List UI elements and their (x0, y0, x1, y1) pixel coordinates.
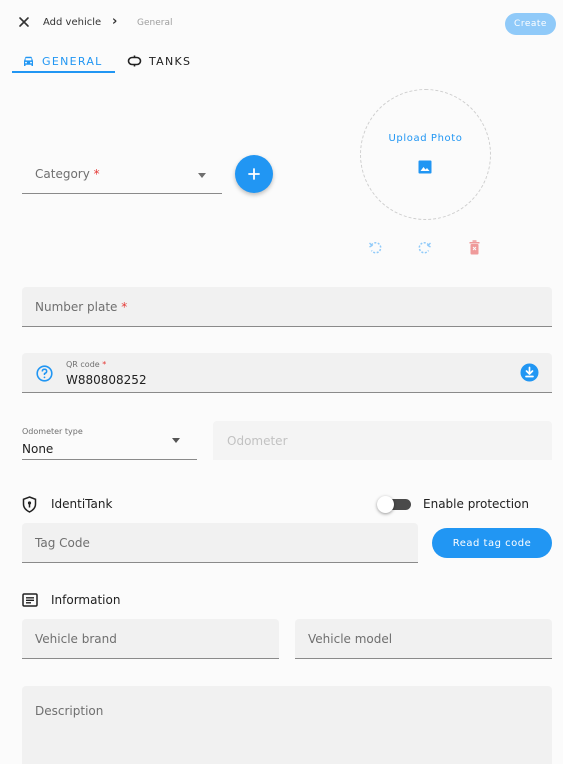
tanks-icon (127, 55, 142, 67)
odometer-field: Odometer (213, 421, 552, 460)
qr-code-field[interactable]: QR code * W880808252 (22, 353, 552, 393)
upload-photo-label[interactable]: Upload Photo (360, 133, 491, 144)
breadcrumb-current: General (137, 18, 173, 28)
shield-icon (22, 496, 37, 513)
odometer-type-value: None (22, 442, 54, 456)
add-category-button[interactable] (235, 155, 273, 193)
description-placeholder: Description (35, 704, 104, 718)
protection-toggle-label: Enable protection (423, 497, 529, 511)
tab-tanks-label: TANKS (149, 54, 192, 68)
tab-tanks[interactable]: TANKS (127, 50, 191, 72)
info-list-icon (22, 593, 38, 607)
description-field[interactable]: Description (22, 686, 552, 764)
photo-upload-area[interactable] (360, 89, 491, 220)
category-select[interactable]: Category * (22, 155, 222, 194)
plus-icon (248, 168, 260, 180)
chevron-down-icon (198, 173, 206, 178)
tab-general-label: GENERAL (42, 54, 103, 68)
category-label: Category * (35, 167, 100, 181)
qr-code-label: QR code * (66, 360, 107, 369)
tab-general[interactable]: GENERAL (22, 50, 103, 72)
odometer-type-label: Odometer type (22, 427, 83, 436)
vehicle-brand-field[interactable]: Vehicle brand (22, 619, 279, 659)
page-title: Add vehicle (43, 17, 102, 28)
qr-code-value: W880808252 (66, 373, 147, 387)
car-icon (24, 56, 33, 66)
vehicle-brand-placeholder: Vehicle brand (35, 632, 117, 646)
protection-toggle[interactable] (377, 496, 394, 513)
odometer-type-select[interactable]: Odometer type None (22, 421, 197, 460)
read-tag-code-button[interactable]: Read tag code (432, 528, 552, 558)
delete-icon[interactable] (469, 240, 480, 255)
image-icon (418, 160, 432, 174)
rotate-left-icon[interactable] (368, 240, 383, 255)
odometer-placeholder: Odometer (227, 434, 288, 448)
tag-code-placeholder: Tag Code (35, 536, 90, 550)
close-icon[interactable] (16, 14, 32, 30)
breadcrumb-chevron-icon: › (112, 14, 118, 29)
chevron-down-icon (172, 438, 180, 443)
rotate-right-icon[interactable] (417, 240, 432, 255)
vehicle-model-field[interactable]: Vehicle model (295, 619, 552, 659)
vehicle-model-placeholder: Vehicle model (308, 632, 393, 646)
download-circle-icon[interactable] (520, 363, 539, 382)
number-plate-label: Number plate * (35, 300, 128, 314)
identitank-title: IdentiTank (51, 497, 113, 511)
number-plate-field[interactable]: Number plate * (22, 287, 552, 327)
information-title: Information (51, 593, 121, 607)
create-button[interactable]: Create (505, 13, 556, 35)
tab-active-indicator (12, 71, 115, 73)
tag-code-field[interactable]: Tag Code (22, 523, 418, 563)
help-circle-icon[interactable] (36, 365, 53, 382)
